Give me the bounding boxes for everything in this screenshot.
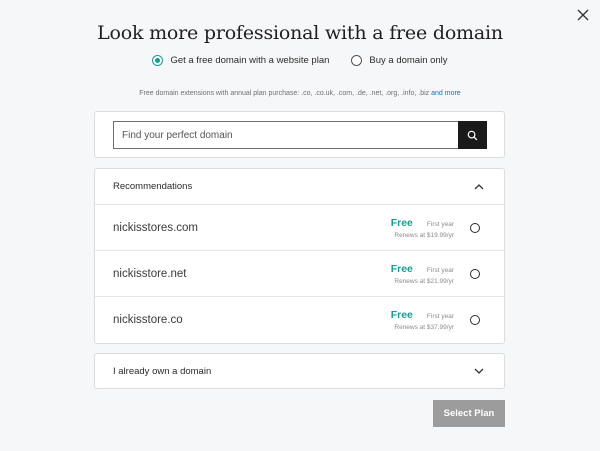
- price-block: Free First year Renews at $37.99/yr: [391, 309, 454, 331]
- close-icon: [577, 9, 589, 21]
- search-button[interactable]: [458, 121, 487, 149]
- own-domain-label: I already own a domain: [113, 365, 212, 377]
- renewal-price: Renews at $21.99/yr: [394, 277, 454, 285]
- and-more-link[interactable]: and more: [431, 90, 461, 97]
- domain-name: nickisstore.co: [113, 314, 183, 326]
- extensions-note: Free domain extensions with annual plan …: [0, 90, 600, 97]
- chevron-up-icon: [474, 183, 484, 190]
- domain-name: nickisstores.com: [113, 221, 198, 234]
- price-label: Free: [390, 309, 413, 321]
- search-card: [94, 111, 505, 158]
- select-plan-button[interactable]: Select Plan: [433, 400, 505, 427]
- domain-name: nickisstore.net: [113, 267, 187, 280]
- domain-option-row[interactable]: nickisstores.com Free First year Renews …: [95, 205, 504, 251]
- extensions-text: Free domain extensions with annual plan …: [139, 90, 430, 97]
- price-label: Free: [390, 216, 413, 229]
- radio-label: Get a free domain with a website plan: [170, 55, 330, 66]
- radio-buy-domain-only[interactable]: Buy a domain only: [351, 55, 448, 66]
- domain-radio-button[interactable]: [470, 315, 480, 325]
- chevron-down-icon: [474, 368, 484, 374]
- recommendations-title: Recommendations: [113, 181, 193, 192]
- mode-radio-group: Get a free domain with a website plan Bu…: [0, 55, 600, 66]
- radio-button-selected[interactable]: [152, 55, 164, 66]
- radio-free-domain-with-plan[interactable]: Get a free domain with a website plan: [152, 55, 329, 66]
- dialog-title: Look more professional with a free domai…: [97, 22, 503, 44]
- renewal-price: Renews at $37.99/yr: [394, 324, 454, 331]
- radio-label: Buy a domain only: [369, 55, 448, 66]
- domain-option-row[interactable]: nickisstore.net Free First year Renews a…: [95, 251, 504, 297]
- own-domain-panel[interactable]: I already own a domain: [94, 353, 505, 389]
- domain-radio-button[interactable]: [470, 268, 480, 279]
- price-block: Free First year Renews at $21.99/yr: [391, 263, 454, 285]
- price-label: Free: [390, 262, 413, 275]
- domain-radio-button[interactable]: [470, 222, 480, 233]
- price-term: First year: [426, 220, 454, 228]
- domain-option-row[interactable]: nickisstore.co Free First year Renews at…: [95, 297, 504, 343]
- recommendations-panel: Recommendations nickisstores.com Free Fi…: [94, 168, 505, 344]
- price-term: First year: [426, 266, 454, 274]
- price-block: Free First year Renews at $19.99/yr: [391, 217, 454, 239]
- search-icon: [467, 130, 478, 140]
- radio-button[interactable]: [351, 55, 363, 66]
- domain-search-input[interactable]: [113, 121, 458, 149]
- renewal-price: Renews at $19.99/yr: [394, 231, 454, 239]
- recommendations-header[interactable]: Recommendations: [95, 169, 504, 205]
- price-term: First year: [426, 313, 454, 320]
